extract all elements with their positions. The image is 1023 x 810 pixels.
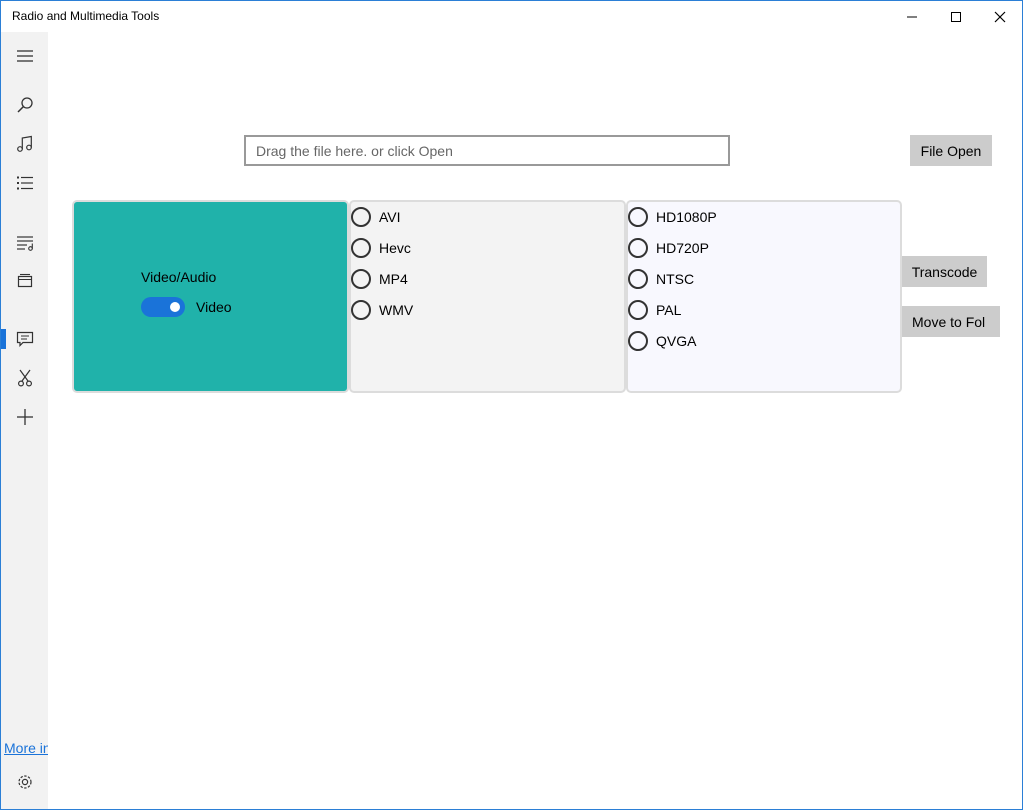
video-library-icon: [17, 273, 32, 288]
hamburger-menu-button[interactable]: [1, 36, 48, 76]
nav-list[interactable]: [1, 163, 48, 203]
video-audio-header: Video/Audio: [141, 269, 217, 285]
plus-icon: [16, 409, 33, 425]
nav-video-library[interactable]: [1, 261, 48, 301]
nav-music[interactable]: [1, 124, 48, 164]
music-note-icon: [16, 135, 32, 152]
close-button[interactable]: [977, 1, 1022, 32]
radio-label: NTSC: [656, 271, 695, 287]
search-icon: [16, 97, 33, 113]
radio-label: WMV: [379, 302, 414, 318]
move-to-folder-button[interactable]: Move to Fol: [902, 306, 1000, 337]
nav-search[interactable]: [1, 85, 48, 125]
radio-circle: [351, 269, 371, 289]
message-icon: [16, 331, 33, 347]
playlist-icon: [16, 236, 33, 251]
window-title: Radio and Multimedia Tools: [12, 9, 160, 23]
scissors-icon: [17, 369, 32, 387]
codec-radio-group: AVI Hevc MP4 WMV: [349, 200, 626, 393]
maximize-button[interactable]: [933, 1, 979, 32]
file-open-button[interactable]: File Open: [910, 135, 992, 166]
radio-codec-avi[interactable]: AVI: [351, 206, 401, 228]
video-audio-panel: Video/Audio Video: [72, 200, 349, 393]
transcode-button[interactable]: Transcode: [902, 256, 987, 287]
radio-codec-wmv[interactable]: WMV: [351, 299, 413, 321]
radio-circle: [628, 238, 648, 258]
radio-label: Hevc: [379, 240, 411, 256]
resolution-radio-group: HD1080P HD720P NTSC PAL QVGA: [626, 200, 902, 393]
radio-res-qvga[interactable]: QVGA: [628, 330, 696, 352]
radio-circle: [351, 300, 371, 320]
radio-circle: [628, 207, 648, 227]
title-bar: Radio and Multimedia Tools: [1, 1, 1022, 32]
radio-res-ntsc[interactable]: NTSC: [628, 268, 694, 290]
minimize-icon: [907, 16, 917, 17]
gear-icon: [17, 775, 32, 789]
nav-cut[interactable]: [1, 358, 48, 398]
nav-playlist[interactable]: [1, 223, 48, 263]
radio-label: HD720P: [656, 240, 709, 256]
radio-label: PAL: [656, 302, 682, 318]
radio-res-hd720p[interactable]: HD720P: [628, 237, 709, 259]
radio-codec-mp4[interactable]: MP4: [351, 268, 408, 290]
radio-label: MP4: [379, 271, 408, 287]
more-info-link[interactable]: More info: [4, 740, 48, 756]
radio-label: AVI: [379, 209, 401, 225]
radio-label: HD1080P: [656, 209, 717, 225]
close-icon: [994, 11, 1006, 22]
toggle-state-label: Video: [196, 299, 232, 315]
minimize-button[interactable]: [889, 1, 935, 32]
maximize-icon: [951, 11, 961, 22]
nav-message[interactable]: [1, 319, 48, 359]
video-audio-toggle[interactable]: [141, 297, 185, 317]
radio-circle: [351, 207, 371, 227]
file-drop-input[interactable]: [244, 135, 730, 166]
radio-circle: [628, 300, 648, 320]
radio-res-hd1080p[interactable]: HD1080P: [628, 206, 717, 228]
hamburger-icon: [16, 50, 33, 62]
radio-circle: [351, 238, 371, 258]
radio-label: QVGA: [656, 333, 697, 349]
nav-add[interactable]: [1, 397, 48, 437]
radio-res-pal[interactable]: PAL: [628, 299, 681, 321]
settings-button[interactable]: [1, 762, 48, 802]
app-window: Radio and Multimedia Tools More i Drag t…: [0, 0, 1023, 810]
list-icon: [16, 176, 33, 190]
nav-sidebar: More info: [1, 32, 48, 809]
toggle-knob: [170, 302, 180, 312]
radio-codec-hevc[interactable]: Hevc: [351, 237, 411, 259]
radio-circle: [628, 269, 648, 289]
radio-circle: [628, 331, 648, 351]
